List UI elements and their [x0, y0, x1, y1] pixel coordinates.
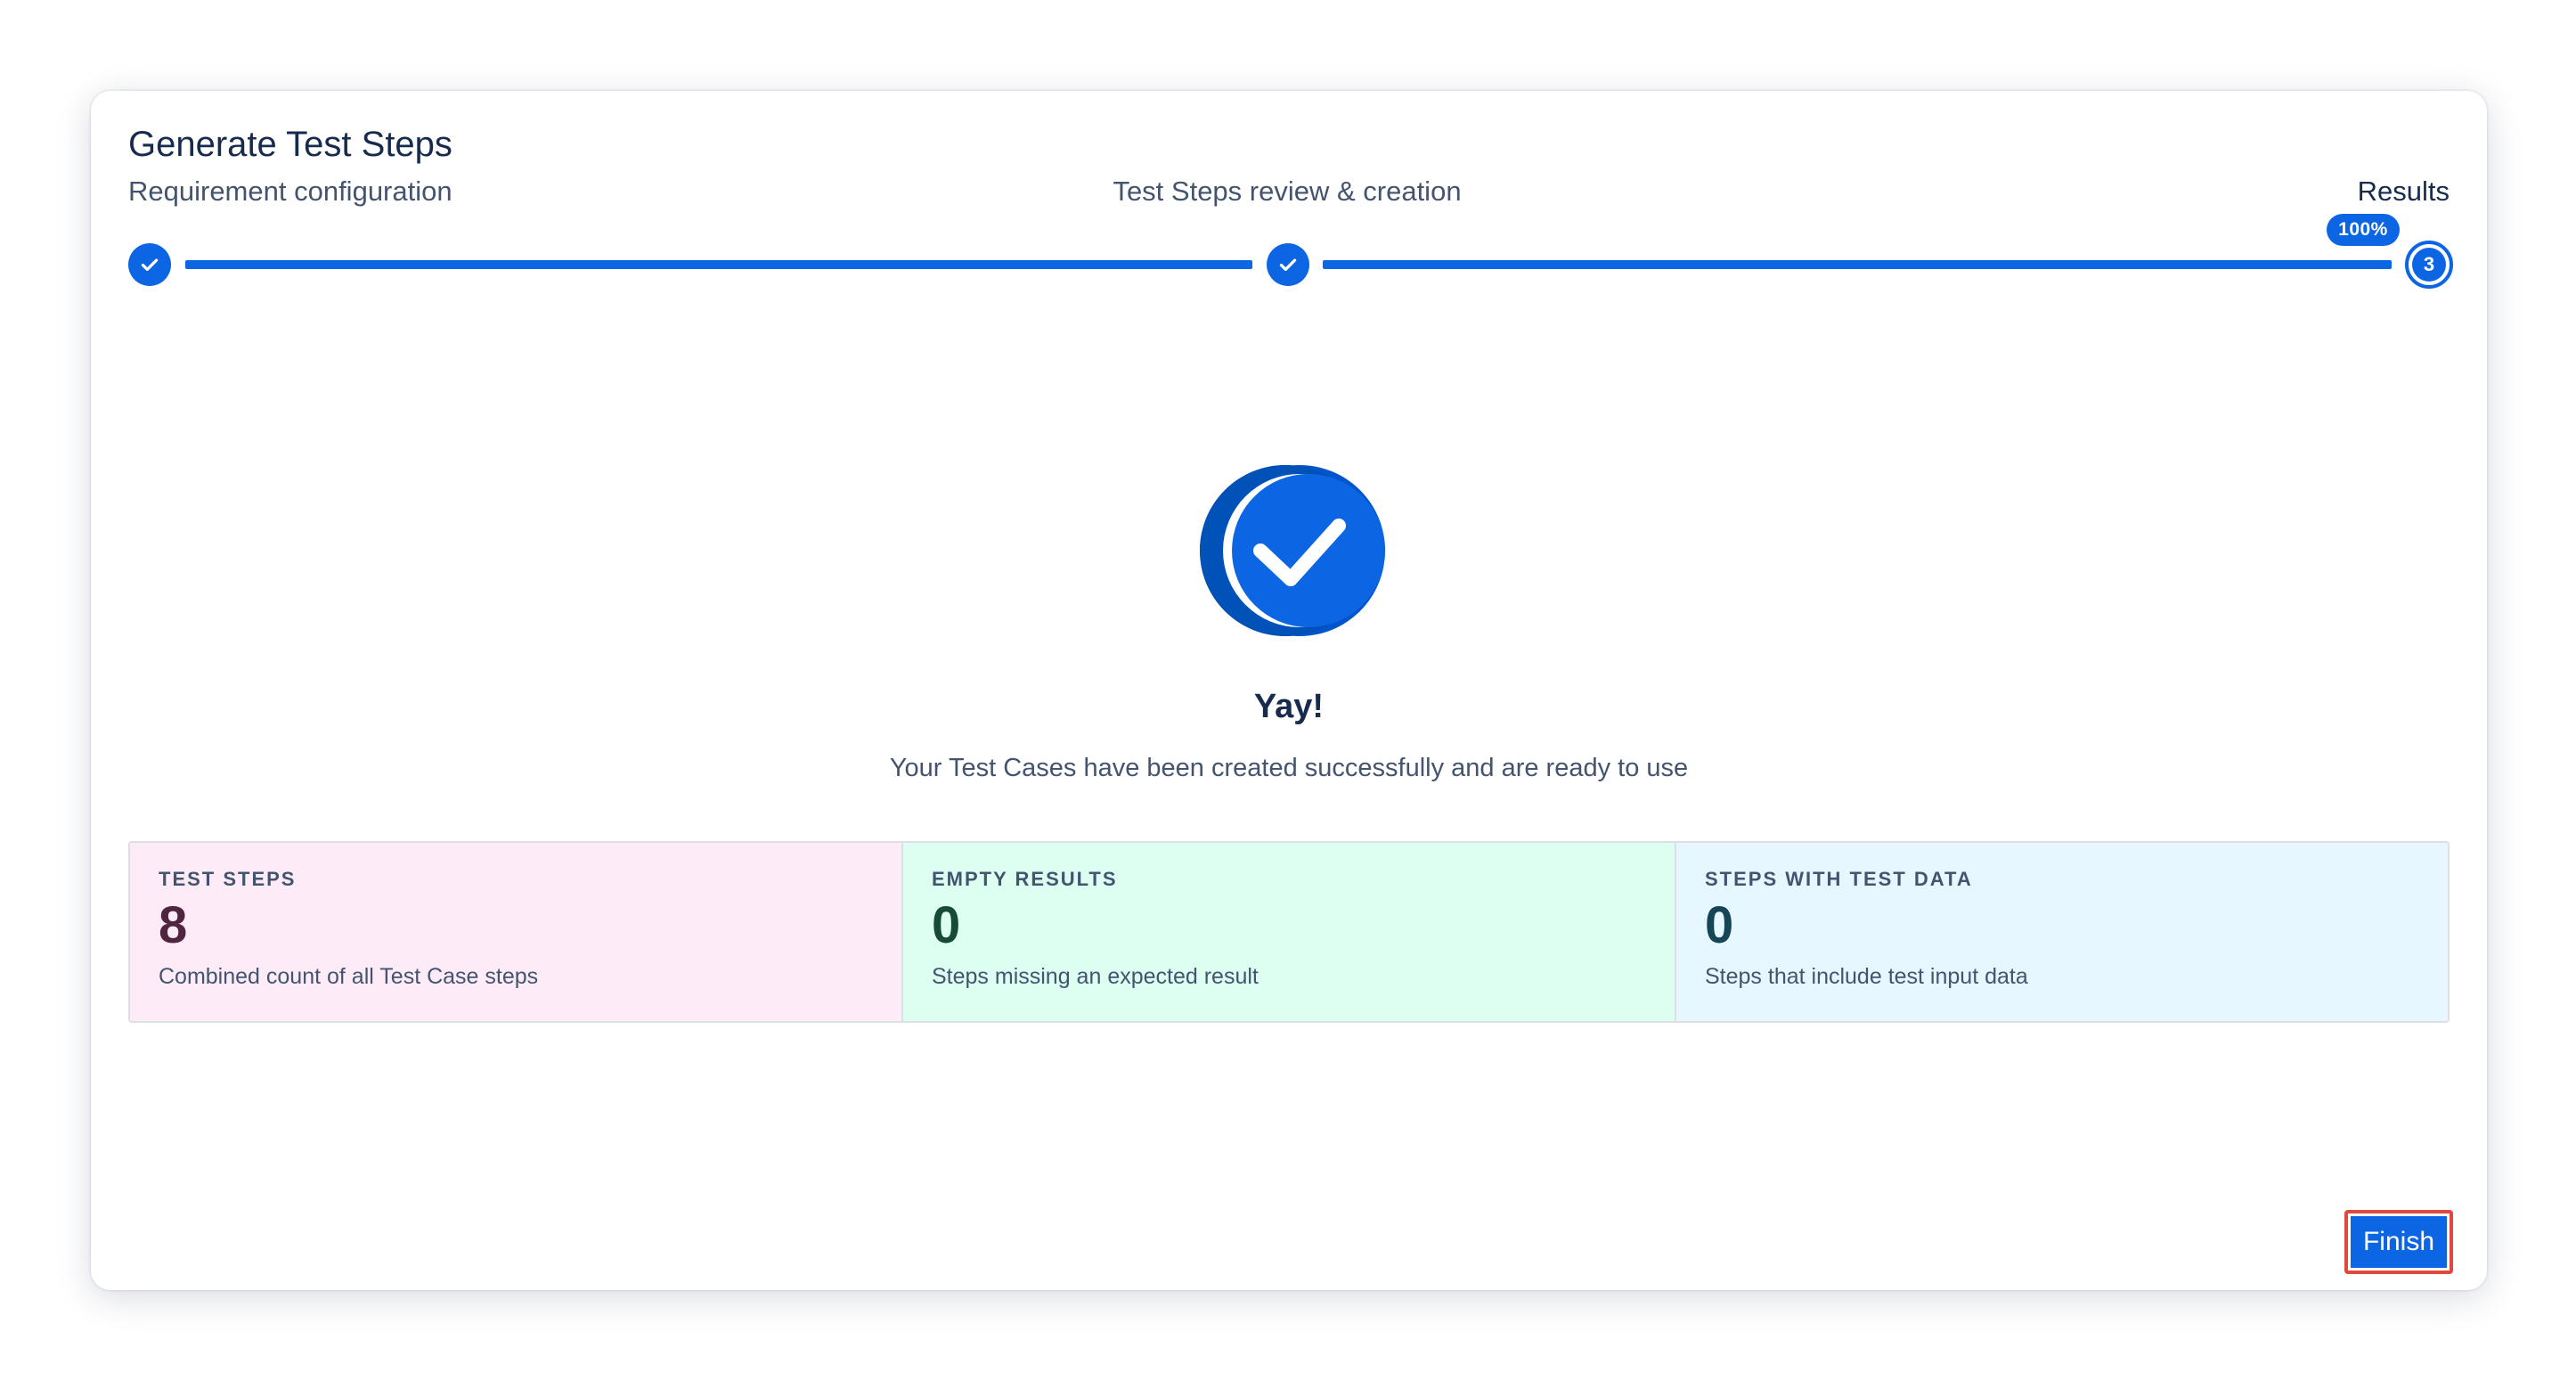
stat-card-empty-results: EMPTY RESULTS 0 Steps missing an expecte…: [901, 843, 1675, 1021]
stat-description: Steps missing an expected result: [932, 964, 1259, 990]
stat-value: 0: [1705, 896, 1734, 955]
finish-button[interactable]: Finish: [2344, 1210, 2453, 1274]
stepper-track-1: [185, 260, 1252, 269]
stat-value: 0: [932, 896, 961, 955]
step-label-requirement-configuration: Requirement configuration: [128, 176, 452, 207]
stats-summary: TEST STEPS 8 Combined count of all Test …: [128, 841, 2450, 1023]
step-label-test-steps-review: Test Steps review & creation: [1113, 176, 1462, 207]
step-2-complete: [1267, 243, 1309, 286]
stat-label: STEPS WITH TEST DATA: [1705, 868, 1973, 890]
stat-label: TEST STEPS: [159, 868, 297, 890]
checkmark-icon: [141, 258, 159, 272]
stat-label: EMPTY RESULTS: [932, 868, 1118, 890]
step-3-current: 3: [2405, 241, 2453, 289]
progress-badge: 100%: [2327, 214, 2400, 246]
check-circle-icon: [1200, 465, 1385, 636]
stat-value: 8: [159, 896, 188, 955]
checkmark-icon: [1279, 258, 1297, 272]
modal-title: Generate Test Steps: [128, 125, 452, 164]
stat-card-steps-with-test-data: STEPS WITH TEST DATA 0 Steps that includ…: [1675, 843, 2448, 1021]
step-number: 3: [2412, 248, 2446, 282]
generate-test-steps-modal: Generate Test Steps Requirement configur…: [91, 91, 2487, 1290]
stepper-track-2: [1323, 260, 2392, 269]
stat-description: Steps that include test input data: [1705, 964, 2028, 990]
step-1-complete: [128, 243, 171, 286]
stat-description: Combined count of all Test Case steps: [159, 964, 539, 990]
success-heading: Yay!: [1253, 688, 1325, 725]
stat-card-test-steps: TEST STEPS 8 Combined count of all Test …: [130, 843, 901, 1021]
step-label-results: Results: [2357, 176, 2450, 207]
success-message: Your Test Cases have been created succes…: [889, 754, 1689, 782]
